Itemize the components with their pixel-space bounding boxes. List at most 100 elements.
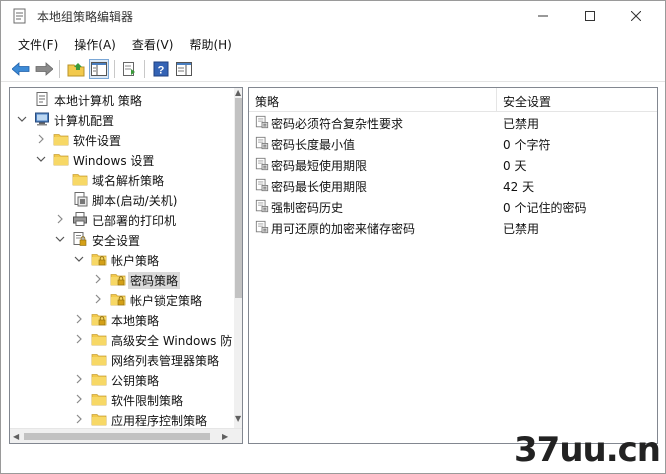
close-button[interactable]: [613, 1, 659, 31]
console-tree-pane[interactable]: 本地计算机 策略计算机配置 软件设置 Windows 设置 域名解析策略脚本(启动/关…: [9, 87, 243, 444]
folder-icon: [91, 351, 107, 367]
policy-row[interactable]: 密码最短使用期限 0 天: [249, 154, 657, 175]
tree-item[interactable]: 本地计算机 策略: [10, 89, 228, 109]
chevron-right-icon[interactable]: [73, 413, 85, 425]
scroll-down-arrow-icon[interactable]: ▼: [235, 414, 241, 423]
chevron-down-icon[interactable]: [54, 233, 66, 245]
printer-icon: [72, 211, 88, 227]
tree-horizontal-scrollbar[interactable]: ◀ ▶: [10, 428, 242, 443]
show-hide-tree-icon: [91, 62, 107, 76]
tree-vertical-scrollbar[interactable]: ▲ ▼: [234, 88, 242, 428]
chevron-right-icon[interactable]: [73, 373, 85, 385]
tree-item[interactable]: 安全设置: [10, 229, 228, 249]
policy-row[interactable]: 密码长度最小值 0 个字符: [249, 133, 657, 154]
policy-name: 密码长度最小值: [271, 138, 356, 152]
policy-setting-icon: [255, 199, 269, 213]
toolbar-separator: [59, 60, 60, 78]
tree-item[interactable]: 软件限制策略: [10, 389, 228, 409]
column-header-security-setting[interactable]: 安全设置: [497, 88, 657, 112]
export-list-button[interactable]: [120, 59, 140, 79]
column-header-policy[interactable]: 策略 ^: [249, 88, 497, 112]
scroll-left-arrow-icon[interactable]: ◀: [13, 432, 19, 441]
tree-item[interactable]: 脚本(启动/关机): [10, 189, 228, 209]
policy-setting-icon: [255, 220, 269, 234]
help-button[interactable]: ?: [151, 59, 171, 79]
tree-vscroll-thumb[interactable]: [235, 98, 242, 298]
tree-item[interactable]: 本地策略: [10, 309, 228, 329]
tree-item[interactable]: 已部署的打印机: [10, 209, 228, 229]
policy-name: 密码最长使用期限: [271, 180, 368, 194]
policy-name: 密码必须符合复杂性要求: [271, 117, 404, 131]
chevron-down-icon[interactable]: [35, 153, 47, 165]
toolbar-separator: [144, 60, 145, 78]
maximize-button[interactable]: [567, 1, 613, 31]
policy-security-setting: 42 天: [503, 180, 535, 194]
locked-folder-icon: [110, 291, 126, 307]
locked-folder-icon: [91, 311, 107, 327]
minimize-button[interactable]: [520, 1, 566, 31]
tree-item-label: 安全设置: [92, 234, 141, 248]
folder-icon: [53, 131, 69, 147]
scroll-right-arrow-icon[interactable]: ▶: [222, 432, 228, 441]
policy-row[interactable]: 密码必须符合复杂性要求 已禁用: [249, 112, 657, 133]
policy-security-setting: 0 天: [503, 159, 527, 173]
menu-bar: 文件(F) 操作(A) 查看(V) 帮助(H): [1, 33, 665, 54]
policy-row[interactable]: 强制密码历史 0 个记住的密码: [249, 196, 657, 217]
menu-help[interactable]: 帮助(H): [181, 33, 239, 54]
toolbar: ?: [1, 56, 665, 82]
tree-item[interactable]: 高级安全 Windows 防: [10, 329, 232, 349]
window-title: 本地组策略编辑器: [37, 10, 134, 24]
tree-item[interactable]: Windows 设置: [10, 149, 228, 169]
chevron-right-icon[interactable]: [92, 273, 104, 285]
security-settings-icon: [72, 231, 88, 247]
chevron-right-icon[interactable]: [73, 393, 85, 405]
policy-setting-icon: [255, 136, 269, 150]
tree-item-label: 计算机配置: [54, 114, 115, 128]
tree-item-label: 网络列表管理器策略: [111, 354, 220, 368]
locked-folder-icon: [110, 271, 126, 287]
policy-row[interactable]: 用可还原的加密来储存密码 已禁用: [249, 217, 657, 238]
menu-action[interactable]: 操作(A): [66, 33, 124, 54]
title-bar: 本地组策略编辑器: [1, 1, 665, 31]
tree-item[interactable]: 软件设置: [10, 129, 228, 149]
policy-security-setting: 0 个字符: [503, 138, 551, 152]
scroll-up-arrow-icon[interactable]: ▲: [235, 88, 241, 97]
tree-item-label: 帐户锁定策略: [130, 294, 203, 308]
close-icon: [631, 11, 641, 21]
chevron-down-icon[interactable]: [16, 113, 28, 125]
tree-item-label: 帐户策略: [111, 254, 160, 268]
export-list-icon: [123, 62, 135, 76]
policy-list-pane[interactable]: 策略 ^ 安全设置 密码必须符合复杂性要求 已禁用密码长度最小值 0 个字符密码最短…: [248, 87, 658, 444]
properties-pane-button[interactable]: [174, 59, 194, 79]
policy-doc-icon: [34, 91, 50, 107]
chevron-right-icon[interactable]: [35, 133, 47, 145]
up-one-level-button[interactable]: [66, 59, 86, 79]
tree-item[interactable]: 计算机配置: [10, 109, 228, 129]
tree-item[interactable]: 帐户锁定策略: [10, 289, 228, 309]
column-header-policy-label: 策略: [255, 95, 280, 109]
tree-item[interactable]: 域名解析策略: [10, 169, 228, 189]
tree-item-label: 脚本(启动/关机): [92, 194, 178, 208]
tree-item[interactable]: 应用程序控制策略: [10, 409, 228, 429]
menu-file[interactable]: 文件(F): [1, 33, 66, 54]
tree-hscroll-thumb[interactable]: [24, 433, 210, 440]
chevron-right-icon[interactable]: [54, 213, 66, 225]
forward-button[interactable]: [34, 59, 54, 79]
chevron-right-icon[interactable]: [73, 313, 85, 325]
policy-row[interactable]: 密码最长使用期限 42 天: [249, 175, 657, 196]
policy-security-setting: 0 个记住的密码: [503, 201, 587, 215]
back-button[interactable]: [11, 59, 31, 79]
tree-item[interactable]: 密码策略: [10, 269, 228, 289]
tree-item[interactable]: 帐户策略: [10, 249, 228, 269]
chevron-right-icon[interactable]: [73, 333, 85, 345]
folder-up-icon: [67, 63, 85, 77]
forward-arrow-icon: [35, 62, 53, 76]
tree-item[interactable]: 网络列表管理器策略: [10, 349, 228, 369]
chevron-right-icon[interactable]: [92, 293, 104, 305]
site-watermark: 37uu.cn: [514, 430, 661, 470]
chevron-down-icon[interactable]: [73, 253, 85, 265]
tree-item[interactable]: 公钥策略: [10, 369, 228, 389]
show-hide-tree-button[interactable]: [89, 59, 109, 79]
menu-view[interactable]: 查看(V): [124, 33, 182, 54]
policy-name: 密码最短使用期限: [271, 159, 368, 173]
